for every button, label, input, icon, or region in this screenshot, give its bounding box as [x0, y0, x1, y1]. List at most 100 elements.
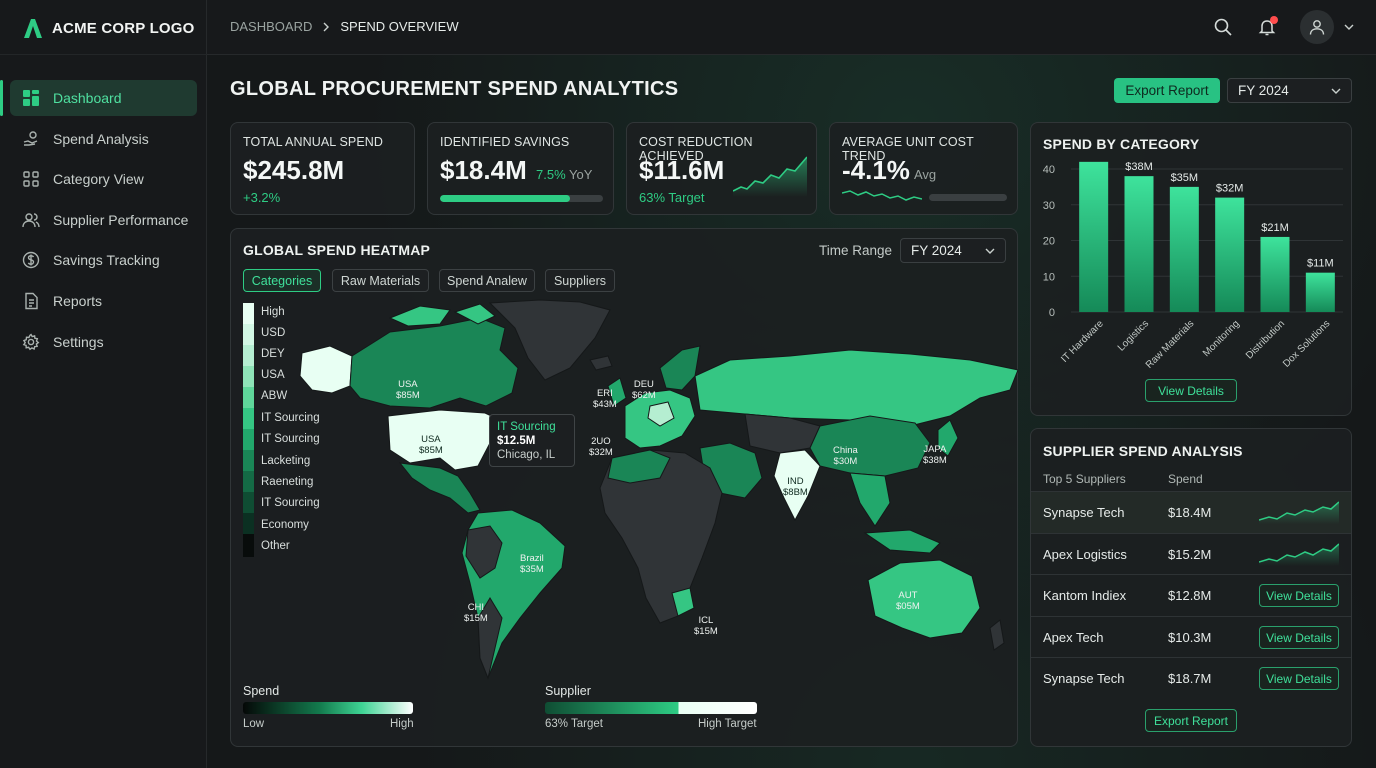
bar[interactable] [1305, 272, 1335, 312]
fiscal-year-value: FY 2024 [1238, 83, 1289, 98]
breadcrumb: DASHBOARD SPEND OVERVIEW [230, 19, 459, 34]
sidebar-item-spend-analysis[interactable]: Spend Analysis [10, 121, 197, 157]
page-title: GLOBAL PROCUREMENT SPEND ANALYTICS [230, 78, 679, 100]
x-tick-label: IT Hardware [1059, 318, 1106, 365]
sidebar-item-label: Supplier Performance [53, 211, 189, 228]
kpi-value: $11.6M [639, 155, 725, 185]
sidebar-item-label: Dashboard [53, 90, 122, 106]
map-label-usa-north: USA $85M [396, 379, 420, 401]
document-icon [25, 292, 38, 310]
legend-label: High [261, 306, 285, 318]
tab-suppliers[interactable]: Suppliers [545, 269, 615, 292]
dollar-circle-icon [22, 252, 40, 269]
bar[interactable] [1215, 197, 1245, 312]
legend-label: USA [261, 369, 285, 381]
fiscal-year-select[interactable]: FY 2024 [1227, 78, 1352, 103]
sidebar-item-settings[interactable]: Settings [10, 324, 197, 360]
logo-text: ACME CORP LOGO [52, 19, 195, 37]
breadcrumb-dashboard[interactable]: DASHBOARD [230, 19, 312, 34]
bar[interactable] [1079, 161, 1109, 312]
table-row[interactable]: Apex Tech $10.3M View Details [1031, 616, 1351, 658]
category-view-details-button[interactable]: View Details [1145, 379, 1237, 402]
map-label-2uo: 2UO $32M [589, 436, 613, 458]
view-details-button[interactable]: View Details [1259, 584, 1339, 607]
supplier-name: Synapse Tech [1043, 671, 1125, 686]
user-menu[interactable] [1300, 10, 1354, 44]
map-label-deu: DEU $62M [632, 379, 656, 401]
kpi-value: -4.1% [842, 155, 910, 185]
sidebar-item-label: Spend Analysis [53, 130, 149, 147]
tab-spend-analew[interactable]: Spend Analew [439, 269, 535, 292]
time-range-select[interactable]: FY 2024 [900, 238, 1006, 263]
col-header-spend: Spend [1168, 472, 1203, 486]
user-icon [1309, 20, 1325, 35]
kpi-change: +3.2% [243, 190, 281, 205]
sidebar: ACME CORP LOGO Dashboard Spend Analysis … [0, 0, 207, 768]
savings-progress [440, 195, 603, 202]
x-tick-label: Monitoring [1201, 318, 1242, 359]
supplier-sparkline [1259, 543, 1339, 566]
sidebar-item-savings-tracking[interactable]: Savings Tracking [10, 242, 197, 278]
map-tooltip: IT Sourcing $12.5M Chicago, IL [489, 414, 575, 467]
topbar: DASHBOARD SPEND OVERVIEW [207, 0, 1376, 55]
heatmap-title: GLOBAL SPEND HEATMAP [243, 242, 431, 258]
legend-label: DEY [261, 348, 285, 360]
table-row[interactable]: Synapse Tech $18.4M [1031, 491, 1351, 533]
y-tick-label: 10 [1043, 271, 1055, 283]
supplier-export-report-button[interactable]: Export Report [1145, 709, 1237, 732]
breadcrumb-spend-overview: SPEND OVERVIEW [340, 19, 459, 34]
supplier-spend: $18.4M [1168, 505, 1212, 520]
table-row[interactable]: Synapse Tech $18.7M View Details [1031, 657, 1351, 699]
kpi-avg-label: Avg [914, 167, 937, 182]
col-header-suppliers: Top 5 Suppliers [1043, 472, 1126, 486]
bar-data-label: $38M [1125, 161, 1153, 173]
kpi-value: $18.4M [440, 155, 527, 185]
bar[interactable] [1169, 186, 1199, 312]
grid-icon [23, 90, 39, 106]
search-icon [1214, 18, 1232, 36]
bar[interactable] [1124, 176, 1154, 312]
map-label-chi: CHI $15M [464, 602, 488, 624]
legend-label: USD [261, 327, 286, 339]
map-label-china: China $30M [833, 445, 858, 467]
savings-progress-fill [440, 195, 571, 202]
map-label-icl: ICL $15M [694, 615, 718, 637]
view-details-button[interactable]: View Details [1259, 626, 1339, 649]
y-tick-label: 40 [1043, 164, 1055, 176]
spend-scale-low: Low [243, 718, 265, 730]
notifications-button[interactable] [1256, 16, 1278, 38]
view-details-button[interactable]: View Details [1259, 667, 1339, 690]
y-tick-label: 0 [1049, 307, 1055, 319]
supplier-scale-bar [545, 702, 757, 714]
sidebar-nav: Dashboard Spend Analysis Category View S… [0, 80, 207, 364]
kpi-label: IDENTIFIED SAVINGS [440, 135, 570, 149]
world-map[interactable] [290, 298, 1018, 683]
x-tick-label: Distribution [1244, 318, 1287, 361]
table-row[interactable]: Apex Logistics $15.2M [1031, 533, 1351, 575]
unit-cost-sparkline [842, 190, 922, 201]
sidebar-item-category-view[interactable]: Category View [10, 161, 197, 197]
supplier-spend: $15.2M [1168, 547, 1212, 562]
kpi-yoy-pct: 7.5% [536, 167, 566, 182]
search-button[interactable] [1212, 16, 1234, 38]
chevron-down-icon [1331, 88, 1341, 94]
sidebar-item-reports[interactable]: Reports [10, 283, 197, 319]
supplier-spend: $10.3M [1168, 630, 1212, 645]
logo[interactable]: ACME CORP LOGO [22, 16, 195, 40]
logo-icon [24, 19, 42, 38]
gear-icon [22, 333, 40, 350]
kpi-identified-savings: IDENTIFIED SAVINGS $18.4M 7.5% YoY [427, 122, 614, 215]
table-row[interactable]: Kantom Indiex $12.8M View Details [1031, 574, 1351, 616]
sidebar-item-dashboard[interactable]: Dashboard [0, 80, 197, 116]
tab-categories[interactable]: Categories [243, 269, 321, 292]
bar-data-label: $35M [1171, 172, 1199, 184]
map-label-brazil: Brazil $35M [520, 553, 544, 575]
spend-by-category-card: SPEND BY CATEGORY 010203040$42MIT Hardwa… [1030, 122, 1352, 416]
heatmap-legend-bar [243, 303, 254, 557]
sidebar-item-supplier-performance[interactable]: Supplier Performance [10, 202, 197, 238]
supplier-spend: $18.7M [1168, 671, 1212, 686]
export-report-button[interactable]: Export Report [1114, 78, 1220, 103]
x-tick-label: Dox Solutions [1281, 318, 1332, 369]
bar[interactable] [1260, 236, 1290, 312]
tab-raw-materials[interactable]: Raw Materials [332, 269, 429, 292]
